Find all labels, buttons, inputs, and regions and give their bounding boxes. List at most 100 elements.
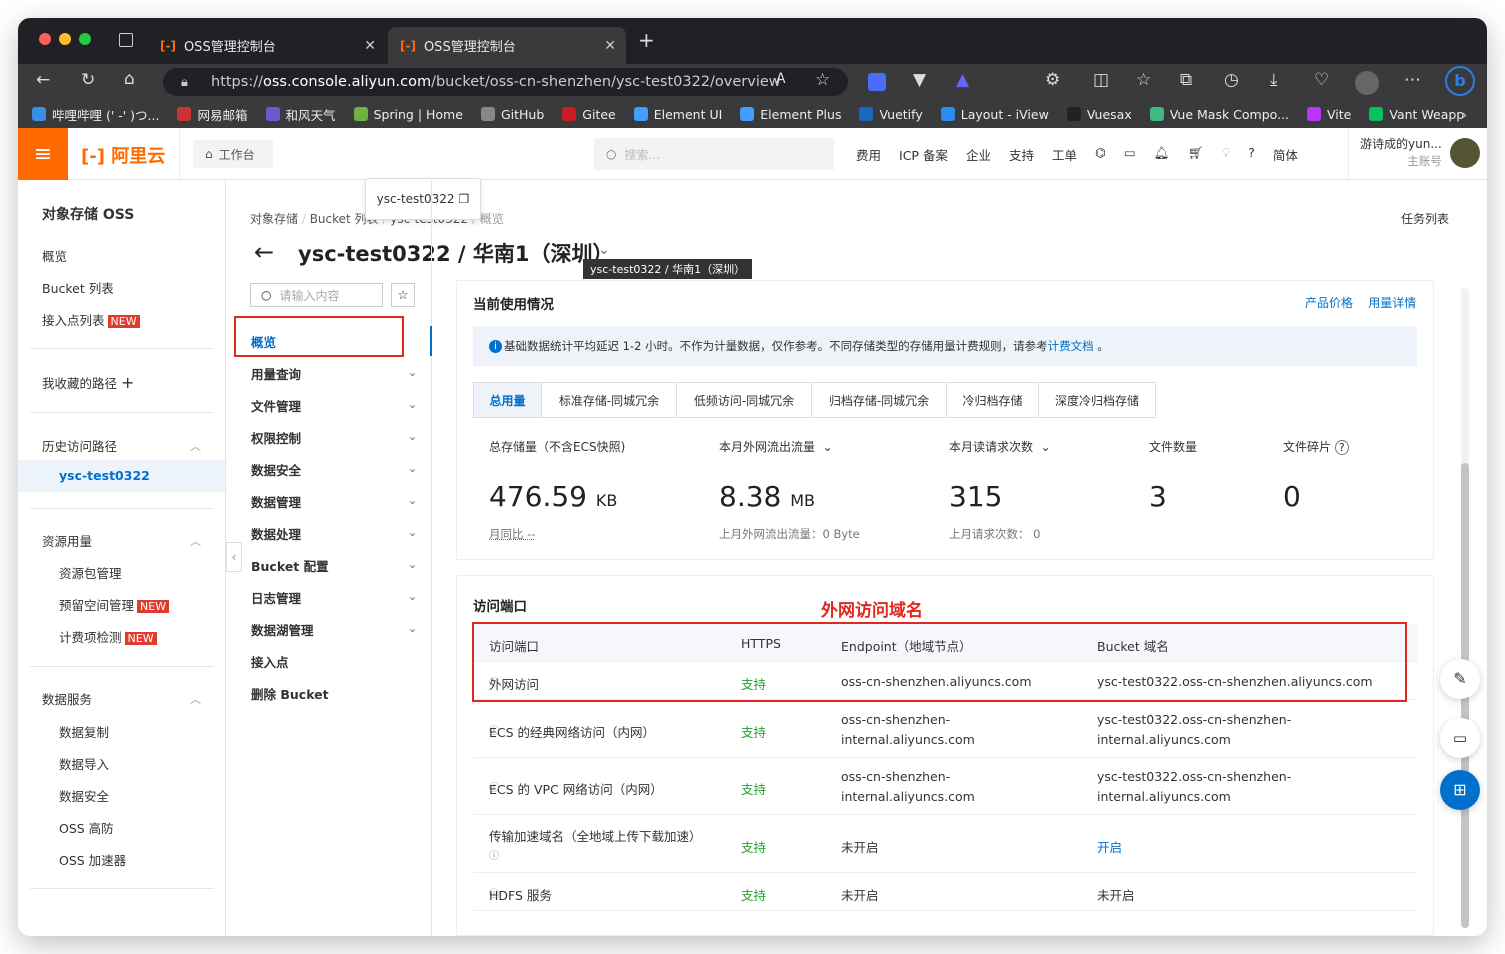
extension-jh-icon[interactable]: [868, 73, 886, 91]
tab-cold-archive[interactable]: 冷归档存储: [947, 383, 1039, 417]
bookmark-item[interactable]: Vuetify: [859, 107, 923, 122]
bucket-menu-search[interactable]: ○ 请输入内容: [250, 283, 383, 307]
help-icon[interactable]: ⓘ: [489, 885, 499, 900]
favorites-icon[interactable]: ☆: [1136, 70, 1151, 90]
maximize-window-button[interactable]: [79, 33, 91, 45]
nav-enterprise[interactable]: 企业: [966, 145, 991, 164]
avatar[interactable]: [1450, 138, 1480, 168]
domain-cell-line2[interactable]: internal.aliyuncs.com: [1097, 789, 1231, 804]
chevron-down-icon[interactable]: ⌄: [408, 590, 417, 603]
chevron-up-icon[interactable]: ︿: [190, 691, 201, 707]
chevron-up-icon[interactable]: ︿: [190, 533, 201, 549]
edit-icon[interactable]: ✎: [1440, 659, 1480, 699]
enable-acceleration-link[interactable]: 开启: [1097, 837, 1122, 856]
chevron-down-icon[interactable]: ⌄: [598, 242, 610, 258]
bucket-nav-delete[interactable]: 删除 Bucket: [251, 684, 329, 703]
bookmark-item[interactable]: Gitee: [562, 107, 616, 122]
apps-grid-icon[interactable]: ⊞: [1440, 770, 1480, 810]
workbench-button[interactable]: ⌂ 工作台: [193, 140, 273, 168]
chevron-down-icon[interactable]: ⌄: [408, 430, 417, 443]
bucket-nav-files[interactable]: 文件管理: [251, 396, 301, 415]
close-tab-icon[interactable]: ✕: [364, 38, 376, 54]
tab-deep-cold[interactable]: 深度冷归档存储: [1039, 383, 1155, 417]
task-list-link[interactable]: 任务列表: [1401, 210, 1449, 227]
menu-icon[interactable]: ≡: [18, 128, 68, 180]
extension-a-icon[interactable]: ▲: [956, 70, 969, 90]
copy-icon[interactable]: ❐: [459, 192, 470, 206]
tab-archive[interactable]: 归档存储-同城冗余: [812, 383, 947, 417]
help-icon[interactable]: ?: [1334, 440, 1349, 455]
bookmark-item[interactable]: Element UI: [633, 107, 722, 122]
sidebar-item-data-replication[interactable]: 数据复制: [59, 722, 109, 741]
collections-icon[interactable]: ⧉: [1180, 70, 1192, 90]
extension-vue-icon[interactable]: ▼: [913, 70, 926, 90]
chevron-down-icon[interactable]: ⌄: [408, 622, 417, 635]
domain-cell[interactable]: ysc-test0322.oss-cn-shenzhen-: [1097, 769, 1291, 784]
chevron-down-icon[interactable]: ⌄: [408, 366, 417, 379]
profile-avatar[interactable]: [1355, 71, 1379, 95]
resource-title[interactable]: 资源用量: [42, 531, 92, 550]
endpoint-cell-line2[interactable]: internal.aliyuncs.com: [841, 732, 975, 747]
sidebar-item-bucket-list[interactable]: Bucket 列表: [42, 278, 114, 297]
tab-ia[interactable]: 低频访问-同城冗余: [677, 383, 812, 417]
bookmark-item[interactable]: Spring | Home: [353, 107, 463, 122]
scrollbar[interactable]: [1461, 288, 1469, 928]
browser-tab-2[interactable]: [-] OSS管理控制台 ✕: [388, 27, 626, 64]
help-icon[interactable]: ⓘ: [489, 722, 499, 737]
chevron-down-icon[interactable]: ⌄: [408, 558, 417, 571]
history-title[interactable]: 历史访问路径: [42, 436, 117, 455]
chevron-down-icon[interactable]: ⌄: [408, 462, 417, 475]
nav-billing[interactable]: 费用: [856, 145, 881, 164]
bookmark-item[interactable]: 网易邮箱: [177, 105, 248, 124]
bucket-nav-security[interactable]: 数据安全: [251, 460, 301, 479]
download-icon[interactable]: ⤓: [1270, 70, 1278, 90]
endpoint-cell[interactable]: oss-cn-shenzhen-: [841, 712, 950, 727]
health-icon[interactable]: ♡: [1314, 70, 1329, 90]
feedback-icon[interactable]: ▭: [1440, 718, 1480, 758]
bucket-nav-config[interactable]: Bucket 配置: [251, 556, 329, 575]
endpoint-cell-line2[interactable]: internal.aliyuncs.com: [841, 789, 975, 804]
help-icon[interactable]: ?: [1248, 145, 1255, 164]
product-price-link[interactable]: 产品价格: [1305, 296, 1353, 310]
chevron-down-icon[interactable]: ⌄: [408, 494, 417, 507]
nav-support[interactable]: 支持: [1009, 145, 1034, 164]
aliyun-logo[interactable]: [-] 阿里云: [81, 142, 165, 168]
url-input[interactable]: 🔒︎ https://oss.console.aliyun.com/bucket…: [163, 68, 848, 96]
bookmark-item[interactable]: Vuesax: [1066, 107, 1132, 122]
close-window-button[interactable]: [39, 33, 51, 45]
bookmark-item[interactable]: 和风天气: [265, 105, 336, 124]
sidebar-item-oss-ddos[interactable]: OSS 高防: [59, 818, 114, 837]
bookmark-item[interactable]: GitHub: [480, 107, 544, 122]
star-icon[interactable]: ☆: [391, 283, 415, 307]
minimize-window-button[interactable]: [59, 33, 71, 45]
chevron-right-icon[interactable]: ›: [1462, 107, 1467, 122]
split-screen-icon[interactable]: ◫: [1093, 70, 1109, 90]
tab-total[interactable]: 总用量: [474, 383, 542, 417]
bookmark-item[interactable]: Element Plus: [740, 107, 841, 122]
close-tab-icon[interactable]: ✕: [604, 38, 616, 54]
search-input[interactable]: ○ 搜索...: [594, 138, 834, 170]
endpoint-cell[interactable]: oss-cn-shenzhen-: [841, 769, 950, 784]
help-icon[interactable]: ⓘ: [489, 779, 499, 794]
help-icon[interactable]: ⓘ: [489, 847, 499, 862]
bucket-nav-access-point[interactable]: 接入点: [251, 652, 289, 671]
home-icon[interactable]: ⌂: [124, 69, 135, 89]
user-menu[interactable]: 游诗成的yun... 主账号: [1360, 136, 1442, 170]
terminal-icon[interactable]: ▭: [1124, 145, 1136, 164]
bookmark-item[interactable]: Layout - iView: [940, 107, 1049, 122]
sidebar-favorites[interactable]: 我收藏的路径 +: [42, 373, 134, 392]
sidebar-toggle-icon[interactable]: [119, 33, 133, 47]
bookmark-item[interactable]: Vue Mask Compo...: [1149, 107, 1289, 122]
more-icon[interactable]: ⋯: [1404, 70, 1421, 90]
bookmark-item[interactable]: Vite: [1307, 107, 1351, 122]
language-switch[interactable]: 简体: [1273, 145, 1298, 164]
bulb-icon[interactable]: 💡︎: [1221, 145, 1230, 164]
billing-doc-link[interactable]: 计费文档: [1048, 338, 1094, 354]
history-icon[interactable]: ◷: [1224, 70, 1239, 90]
read-aloud-icon[interactable]: A: [776, 71, 786, 87]
cart-icon[interactable]: 🛒︎: [1188, 145, 1204, 164]
sidebar-item-access-points[interactable]: 接入点列表 NEW: [42, 310, 140, 329]
chevron-down-icon[interactable]: ⌄: [408, 526, 417, 539]
data-service-title[interactable]: 数据服务: [42, 689, 92, 708]
api-icon[interactable]: ⌬: [1095, 145, 1106, 164]
